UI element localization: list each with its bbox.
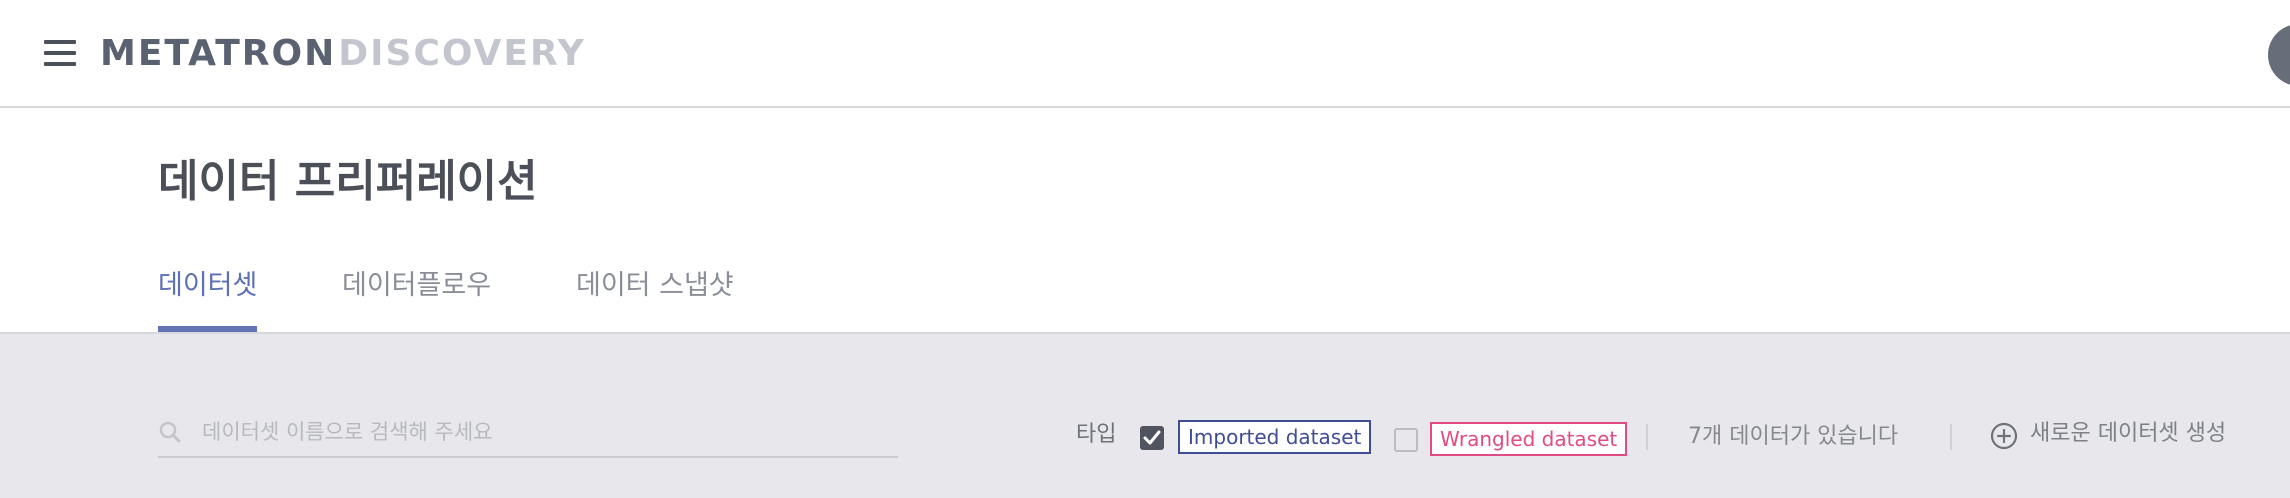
logo-secondary-text: DISCOVERY [338,33,586,74]
checkmark-icon [1143,430,1161,445]
type-filter-label: 타입 [1076,422,1117,447]
divider [1950,424,1952,450]
divider [1646,424,1648,450]
tab-data-snapshots[interactable]: 데이터 스냅샷 [576,262,734,332]
top-navigation-bar: METATRONDISCOVERY [0,0,2290,108]
wrangled-dataset-tag[interactable]: Wrangled dataset [1430,422,1628,456]
menu-icon[interactable] [44,40,76,66]
tab-datasets[interactable]: 데이터셋 [158,262,258,332]
create-dataset-label: 새로운 데이터셋 생성 [2030,421,2227,446]
menu-icon-line [44,51,76,55]
wrangled-dataset-checkbox[interactable] [1394,428,1418,452]
search-box [158,410,898,458]
tab-dataflows[interactable]: 데이터플로우 [342,262,491,332]
logo-primary-text: METATRON [100,33,337,74]
dataset-count-text: 7개 데이터가 있습니다 [1688,424,1899,449]
search-icon [159,421,181,443]
app-logo[interactable]: METATRONDISCOVERY [100,30,586,78]
menu-icon-line [44,40,76,44]
page-title: 데이터 프리퍼레이션 [158,156,538,207]
filter-bar: 타입 Imported dataset Wrangled dataset 7개 … [0,334,2290,498]
menu-icon-line [44,62,76,66]
search-input[interactable] [202,410,892,454]
imported-dataset-checkbox[interactable] [1140,426,1164,450]
user-avatar[interactable] [2268,24,2290,86]
plus-circle-icon [1990,422,2018,450]
imported-dataset-tag[interactable]: Imported dataset [1178,420,1372,454]
